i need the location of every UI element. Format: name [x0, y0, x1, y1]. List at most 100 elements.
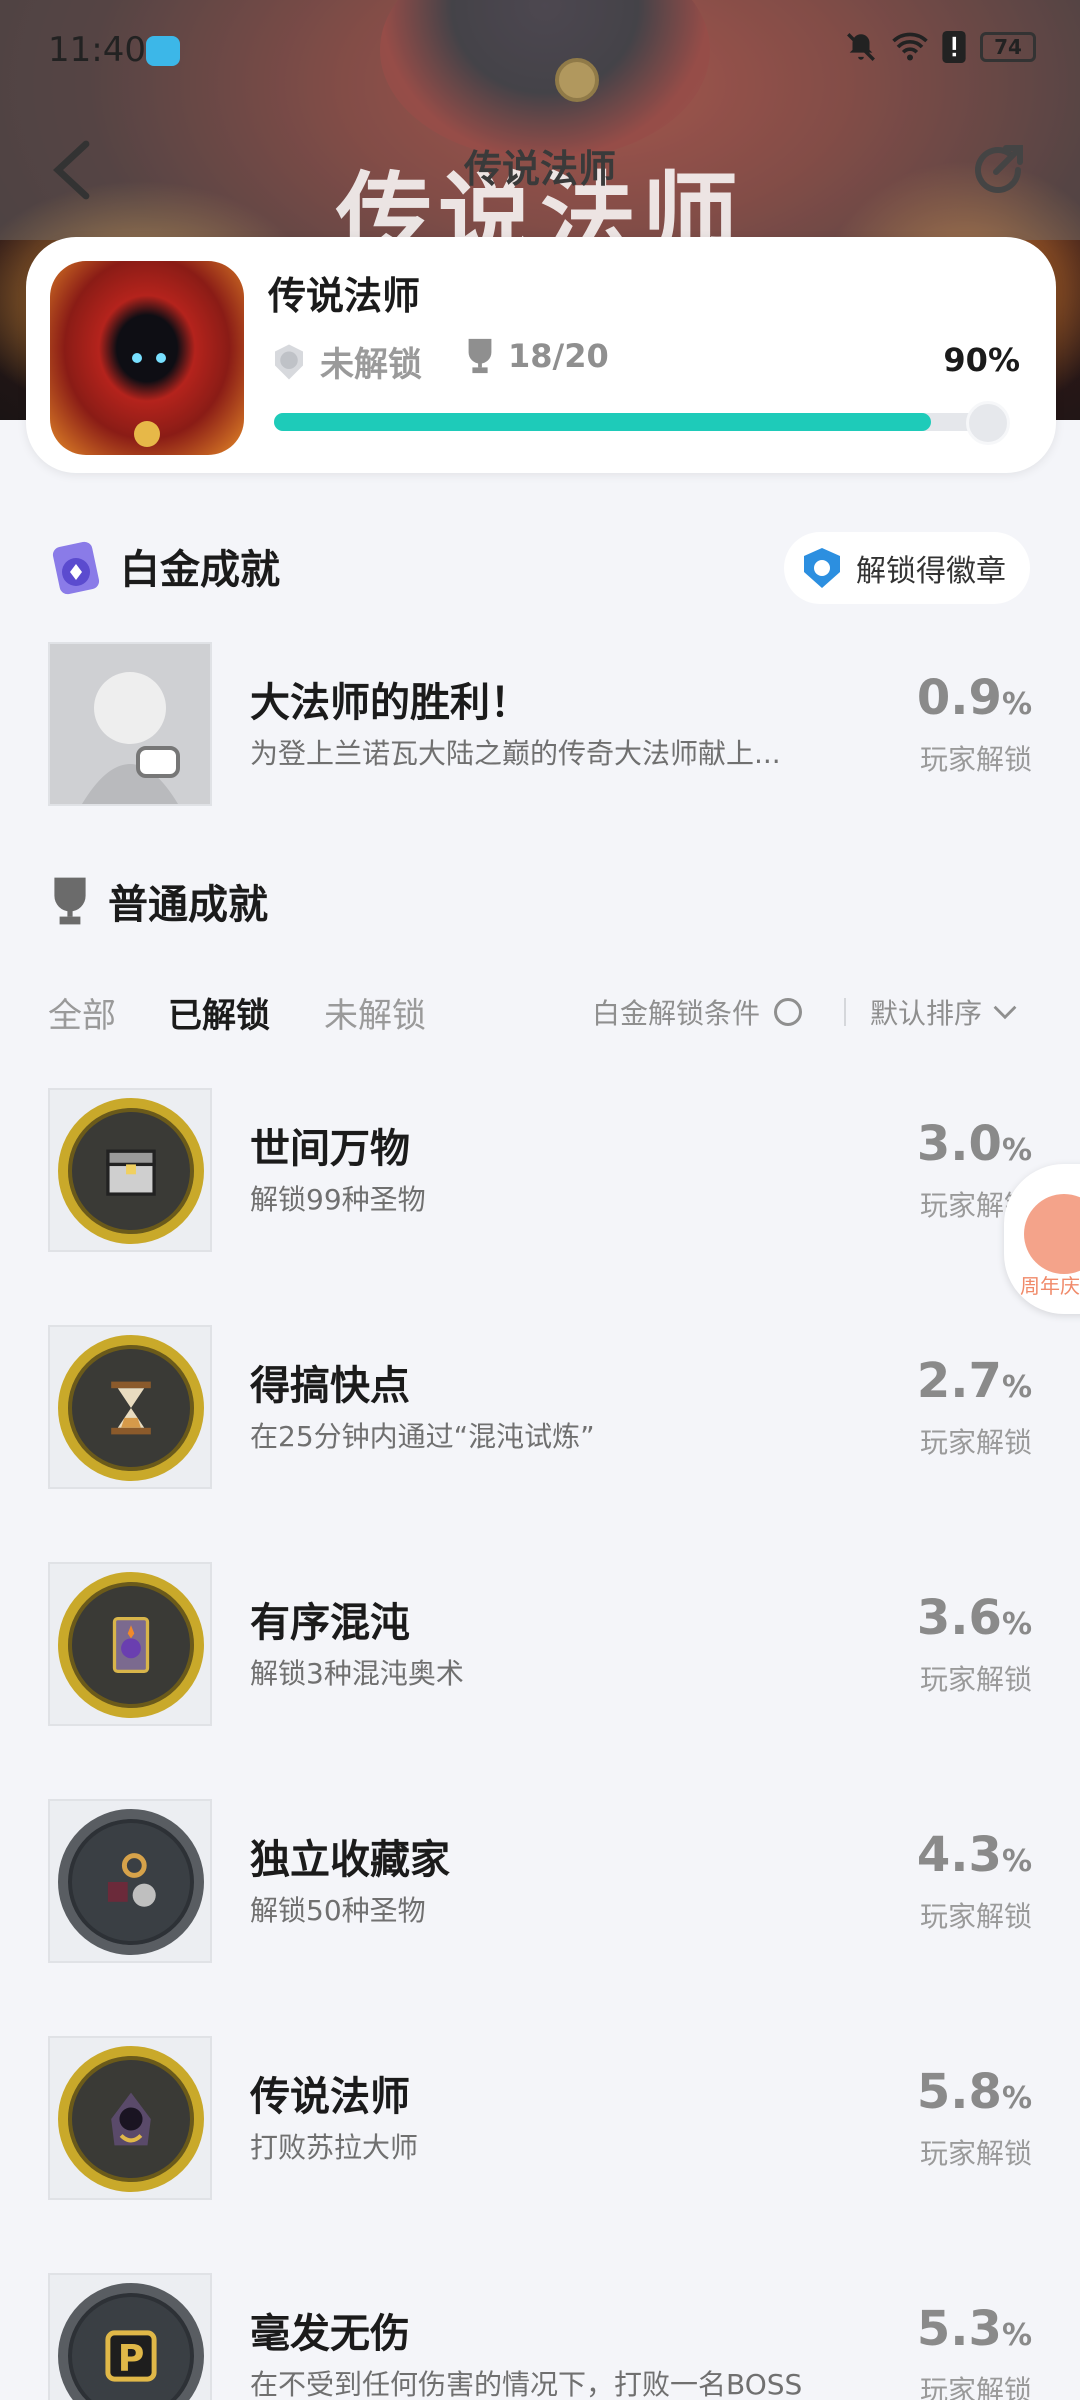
achievement-percent-label: 玩家解锁 — [919, 1663, 1032, 1696]
platinum-achievement-row[interactable]: 大法师的胜利！ 为登上兰诺瓦大陆之巅的传奇大法师献上... 0.9% 玩家解锁 — [48, 642, 1032, 806]
mute-bell-icon — [847, 33, 875, 61]
achievement-name: 传说法师 — [250, 2074, 410, 2120]
platinum-achievement-thumb — [48, 642, 212, 806]
percent-value: 5.8 — [916, 2064, 1002, 2120]
percent-value: 0.9 — [916, 670, 1002, 726]
divider — [844, 998, 846, 1026]
achievement-thumb — [48, 1088, 212, 1252]
achievement-desc: 解锁50种圣物 — [250, 1894, 426, 1927]
percent-value: 4.3 — [916, 1827, 1002, 1883]
achievement-percent: 3.0% — [917, 1116, 1032, 1172]
tab-all[interactable]: 全部 — [48, 988, 116, 1037]
achievement-percent: 5.3% — [917, 2301, 1032, 2357]
achievement-desc: 打败苏拉大师 — [250, 2131, 419, 2164]
percent-unit: % — [1001, 1844, 1032, 1879]
platinum-condition-toggle[interactable]: 白金解锁条件 — [592, 992, 803, 1032]
achievement-percent-label: 玩家解锁 — [919, 1900, 1032, 1933]
chest-icon — [98, 1138, 164, 1204]
trophy-icon — [54, 877, 86, 925]
achievement-row[interactable]: 有序混沌解锁3种混沌奥术 3.6% 玩家解锁 — [48, 1562, 1032, 1726]
alert-icon — [942, 31, 966, 63]
platinum-section-header: 白金成就 — [48, 536, 280, 596]
archmage-portrait-icon — [50, 644, 210, 804]
percent-value: 2.7 — [916, 1353, 1002, 1409]
percent-value: 3.6 — [916, 1590, 1002, 1646]
percent-unit: % — [1001, 1607, 1032, 1642]
medal-ring — [58, 1335, 204, 1481]
wifi-icon — [892, 32, 928, 61]
medal-ring — [58, 1572, 204, 1718]
achievement-row[interactable]: 传说法师打败苏拉大师 5.8% 玩家解锁 — [48, 2036, 1032, 2200]
achievement-name: 有序混沌 — [250, 1600, 410, 1646]
percent-unit: % — [1001, 1133, 1032, 1168]
achievement-desc: 为登上兰诺瓦大陆之巅的传奇大法师献上... — [250, 737, 781, 770]
status-time: 11:40 — [48, 30, 146, 70]
achievement-name: 得搞快点 — [250, 1363, 410, 1409]
platinum-section-title: 白金成就 — [120, 547, 280, 593]
achievement-percent: 4.3% — [917, 1827, 1032, 1883]
progress-bar — [274, 401, 1010, 445]
medal-ring — [58, 1809, 204, 1955]
achievement-name: 毫发无伤 — [250, 2311, 410, 2357]
achievement-percent-label: 玩家解锁 — [919, 2137, 1032, 2170]
medal-ring: P — [58, 2283, 204, 2400]
medal-ring — [58, 2046, 204, 2192]
achievement-row[interactable]: P 毫发无伤在不受到任何伤害的情况下，打败一名BOSS 5.3% 玩家解锁 — [48, 2273, 1032, 2400]
trophy-icon — [468, 338, 492, 374]
normal-section-title: 普通成就 — [108, 882, 268, 928]
status-bar: 11:40 74 — [0, 0, 1080, 100]
relics-icon — [98, 1849, 164, 1915]
percent-unit: % — [1001, 687, 1032, 722]
achievement-percent: 0.9% — [917, 670, 1032, 726]
progress-fill — [274, 413, 931, 431]
achievement-thumb — [48, 1799, 212, 1963]
percent-unit: % — [1001, 1370, 1032, 1405]
platinum-status-text: 未解锁 — [320, 345, 422, 385]
achievement-row[interactable]: 得搞快点在25分钟内通过“混沌试炼” 2.7% 玩家解锁 — [48, 1325, 1032, 1489]
achievement-thumb — [48, 1562, 212, 1726]
medal-ring — [58, 1098, 204, 1244]
achievement-percent-label: 玩家解锁 — [919, 2374, 1032, 2400]
trophy-progress: 18/20 — [464, 337, 609, 375]
event-icon — [1024, 1194, 1080, 1274]
tab-unlocked[interactable]: 已解锁 — [168, 988, 270, 1037]
unlock-badge-button[interactable]: 解锁得徽章 — [784, 532, 1030, 604]
achievement-desc: 解锁99种圣物 — [250, 1183, 426, 1216]
unlock-badge-label: 解锁得徽章 — [856, 554, 1006, 589]
percent-unit: % — [1001, 2081, 1032, 2116]
back-arrow-icon[interactable] — [50, 140, 94, 200]
percent-value: 3.0 — [916, 1116, 1002, 1172]
tab-locked[interactable]: 未解锁 — [324, 988, 426, 1037]
achievement-thumb — [48, 1325, 212, 1489]
achievement-desc: 解锁3种混沌奥术 — [250, 1657, 464, 1690]
achievement-row[interactable]: 世间万物 解锁99种圣物 3.0% 玩家解锁 — [48, 1088, 1032, 1252]
sort-dropdown[interactable]: 默认排序 — [870, 992, 1018, 1032]
achievement-desc: 在不受到任何伤害的情况下，打败一名BOSS — [250, 2368, 803, 2400]
battery-icon: 74 — [980, 32, 1036, 62]
arcana-card-icon — [98, 1612, 164, 1678]
status-icons: 74 — [844, 30, 1036, 64]
achievement-percent: 2.7% — [917, 1353, 1032, 1409]
share-icon[interactable] — [966, 138, 1030, 202]
hourglass-icon — [98, 1375, 164, 1441]
achievement-desc: 在25分钟内通过“混沌试炼” — [250, 1420, 595, 1453]
game-summary-card: 传说法师 未解锁 18/20 90% — [26, 237, 1056, 473]
svg-text:P: P — [118, 2337, 145, 2380]
p-badge-icon: P — [98, 2323, 164, 2389]
achievement-percent-label: 玩家解锁 — [919, 743, 1032, 776]
platinum-trophy-icon — [275, 344, 303, 379]
game-icon[interactable] — [50, 261, 244, 455]
achievement-name: 独立收藏家 — [250, 1837, 450, 1883]
progress-end-badge — [966, 401, 1010, 445]
chevron-down-icon — [993, 1005, 1017, 1020]
badge-icon — [804, 548, 840, 588]
event-floating-chip[interactable]: 周年庆 — [1004, 1164, 1080, 1314]
game-name: 传说法师 — [268, 274, 421, 318]
achievement-percent: 5.8% — [917, 2064, 1032, 2120]
normal-section-header: 普通成就 — [48, 872, 268, 930]
achievement-name: 大法师的胜利！ — [250, 680, 530, 726]
achievement-percent-label: 玩家解锁 — [919, 1426, 1032, 1459]
platinum-status: 未解锁 — [268, 337, 422, 386]
achievement-row[interactable]: 独立收藏家解锁50种圣物 4.3% 玩家解锁 — [48, 1799, 1032, 1963]
hooded-wizard-icon — [98, 2086, 164, 2152]
